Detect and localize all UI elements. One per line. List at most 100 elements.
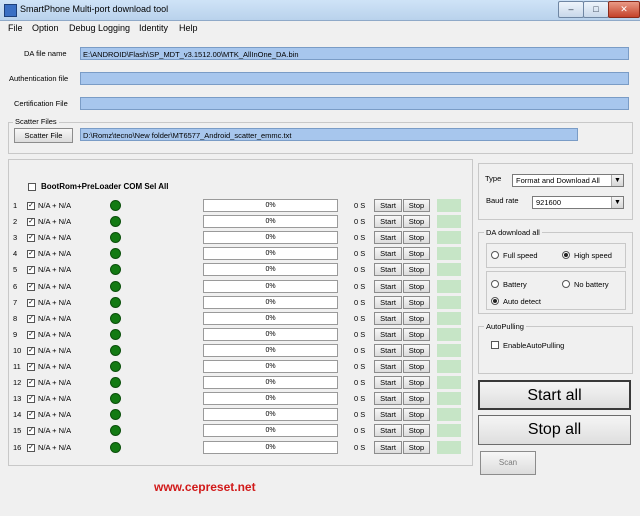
port-start-button[interactable]: Start	[374, 392, 402, 406]
port-row-checkbox[interactable]: ✓	[27, 218, 35, 227]
watermark-text: www.cepreset.net	[154, 480, 256, 494]
port-elapsed-time: 0 S	[354, 297, 366, 307]
port-row-checkbox[interactable]: ✓	[27, 395, 35, 404]
port-progress-bar: 0%	[203, 263, 338, 277]
port-stop-button[interactable]: Stop	[403, 327, 430, 341]
stop-all-button[interactable]: Stop all	[478, 415, 631, 445]
port-stop-button[interactable]: Stop	[403, 376, 430, 390]
high-speed-radio[interactable]	[562, 251, 570, 259]
port-status-cell	[437, 343, 461, 357]
menu-help[interactable]: Help	[179, 23, 198, 33]
maximize-icon[interactable]: □	[583, 1, 609, 18]
port-stop-button[interactable]: Stop	[403, 392, 430, 406]
da-file-field[interactable]: E:\ANDROID\Flash\SP_MDT_v3.1512.00\MTK_A…	[80, 47, 629, 60]
port-row-checkbox[interactable]: ✓	[27, 330, 35, 339]
close-icon[interactable]: ✕	[608, 1, 640, 18]
port-row-checkbox[interactable]: ✓	[27, 266, 35, 275]
enable-autopulling-checkbox[interactable]	[491, 341, 499, 349]
port-row-number: 14	[13, 410, 22, 420]
auth-file-field[interactable]	[80, 72, 629, 85]
port-start-button[interactable]: Start	[374, 311, 402, 325]
cert-file-label: Certification File	[14, 99, 68, 108]
port-row-checkbox[interactable]: ✓	[27, 250, 35, 259]
full-speed-radio[interactable]	[491, 251, 499, 259]
port-stop-button[interactable]: Stop	[403, 408, 430, 422]
port-status-cell	[437, 408, 461, 422]
minimize-icon[interactable]: –	[558, 1, 584, 18]
port-row-checkbox[interactable]: ✓	[27, 411, 35, 420]
scatter-file-field[interactable]: D:\Romz\tecno\New folder\MT6577_Android_…	[80, 128, 578, 141]
port-stop-button[interactable]: Stop	[403, 343, 430, 357]
port-stop-button[interactable]: Stop	[403, 311, 430, 325]
port-stop-button[interactable]: Stop	[403, 424, 430, 438]
baud-rate-select[interactable]: 921600 ▼	[532, 196, 624, 209]
port-row-checkbox[interactable]: ✓	[27, 314, 35, 323]
port-start-button[interactable]: Start	[374, 263, 402, 277]
port-status-cell	[437, 360, 461, 373]
no-battery-radio[interactable]	[562, 280, 570, 288]
port-start-button[interactable]: Start	[374, 247, 402, 261]
port-stop-button[interactable]: Stop	[403, 295, 430, 309]
port-elapsed-time: 0 S	[354, 281, 366, 291]
type-select[interactable]: Format and Download All ▼	[512, 174, 624, 187]
port-status-cell	[437, 440, 461, 454]
port-stop-button[interactable]: Stop	[403, 231, 430, 245]
battery-radio[interactable]	[491, 280, 499, 288]
port-row-checkbox[interactable]: ✓	[27, 346, 35, 355]
port-start-button[interactable]: Start	[374, 376, 402, 390]
port-stop-button[interactable]: Stop	[403, 247, 430, 261]
port-status-cell	[437, 247, 461, 261]
port-start-button[interactable]: Start	[374, 199, 402, 212]
port-stop-button[interactable]: Stop	[403, 360, 430, 373]
port-row-label: N/A + N/A	[38, 297, 72, 307]
port-start-button[interactable]: Start	[374, 343, 402, 357]
status-led-icon	[110, 441, 121, 453]
port-row-checkbox[interactable]: ✓	[27, 379, 35, 388]
high-speed-label: High speed	[574, 251, 612, 260]
port-row-checkbox[interactable]: ✓	[27, 443, 35, 452]
port-start-button[interactable]: Start	[374, 231, 402, 245]
port-elapsed-time: 0 S	[354, 201, 366, 210]
port-status-cell	[437, 199, 461, 212]
port-stop-button[interactable]: Stop	[403, 263, 430, 277]
scan-button[interactable]: Scan	[480, 451, 536, 475]
port-start-button[interactable]: Start	[374, 279, 402, 293]
port-row-checkbox[interactable]: ✓	[27, 282, 35, 291]
port-start-button[interactable]: Start	[374, 295, 402, 309]
port-row-number: 6	[13, 281, 18, 291]
port-stop-button[interactable]: Stop	[403, 215, 430, 229]
port-elapsed-time: 0 S	[354, 345, 366, 355]
port-start-button[interactable]: Start	[374, 440, 402, 454]
port-row: 2 ✓ N/A + N/A 0% 0 S Start Stop	[0, 214, 470, 230]
port-row-checkbox[interactable]: ✓	[27, 202, 35, 210]
select-all-checkbox[interactable]	[28, 183, 36, 191]
menu-debug-logging[interactable]: Debug Logging	[69, 23, 130, 33]
port-progress-bar: 0%	[203, 343, 338, 357]
port-row-label: N/A + N/A	[38, 233, 72, 243]
port-row-checkbox[interactable]: ✓	[27, 427, 35, 436]
port-start-button[interactable]: Start	[374, 360, 402, 373]
status-led-icon	[110, 232, 121, 244]
full-speed-label: Full speed	[503, 251, 538, 260]
port-start-button[interactable]: Start	[374, 327, 402, 341]
port-elapsed-time: 0 S	[354, 378, 366, 388]
port-elapsed-time: 0 S	[354, 394, 366, 404]
port-row-checkbox[interactable]: ✓	[27, 234, 35, 243]
type-label: Type	[485, 174, 502, 183]
port-row-checkbox[interactable]: ✓	[27, 363, 35, 371]
port-stop-button[interactable]: Stop	[403, 199, 430, 212]
port-start-button[interactable]: Start	[374, 408, 402, 422]
start-all-button[interactable]: Start all	[478, 380, 631, 410]
port-start-button[interactable]: Start	[374, 424, 402, 438]
auto-detect-radio[interactable]	[491, 297, 499, 305]
menu-file[interactable]: File	[8, 23, 23, 33]
port-stop-button[interactable]: Stop	[403, 440, 430, 454]
menu-option[interactable]: Option	[32, 23, 59, 33]
port-row-label: N/A + N/A	[38, 378, 72, 388]
port-start-button[interactable]: Start	[374, 215, 402, 229]
cert-file-field[interactable]	[80, 97, 629, 110]
scatter-file-button[interactable]: Scatter File	[14, 128, 73, 143]
port-stop-button[interactable]: Stop	[403, 279, 430, 293]
menu-identity[interactable]: Identity	[139, 23, 168, 33]
port-row-checkbox[interactable]: ✓	[27, 298, 35, 307]
